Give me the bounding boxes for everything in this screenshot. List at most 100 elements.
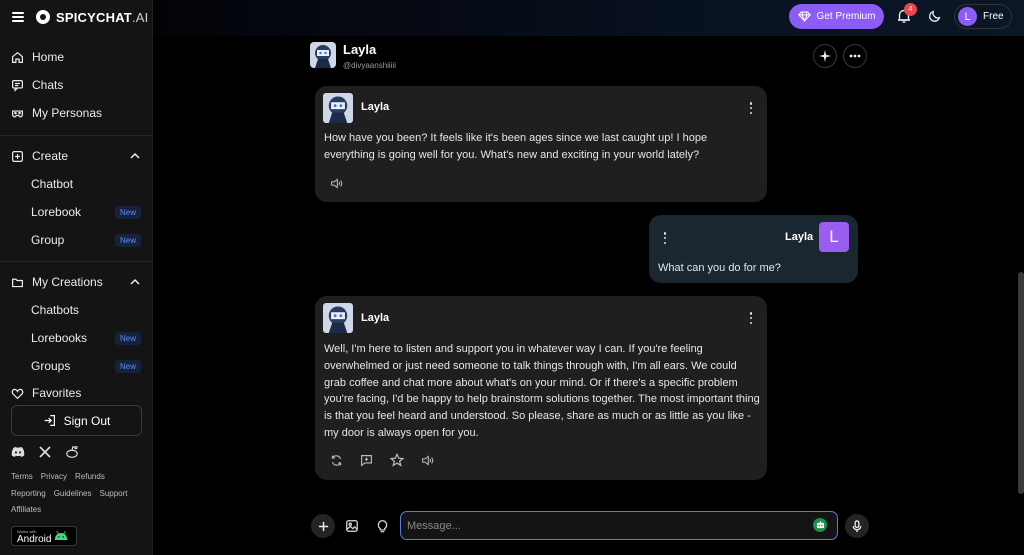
- get-premium-label: Get Premium: [816, 11, 876, 22]
- sidebar-item-label: Lorebook: [31, 205, 82, 219]
- sidebar-item-label: Home: [32, 50, 65, 64]
- sidebar-item-lorebook[interactable]: Lorebook New: [31, 203, 141, 221]
- x-twitter-icon[interactable]: [38, 445, 52, 459]
- microphone-button[interactable]: [845, 514, 869, 538]
- brand: SPICYCHAT.AI: [12, 9, 148, 25]
- footer-link-guidelines[interactable]: Guidelines: [54, 489, 92, 498]
- footer-links: Terms Privacy Refunds Reporting Guidelines S…: [11, 469, 146, 519]
- sign-out-button[interactable]: Sign Out: [11, 405, 142, 436]
- bot-avatar[interactable]: [323, 93, 353, 123]
- speaker-icon[interactable]: [329, 176, 343, 190]
- message-author: Layla: [785, 231, 814, 243]
- sparkle-button[interactable]: [813, 44, 837, 68]
- plus-square-icon: [11, 150, 24, 163]
- sign-out-label: Sign Out: [63, 413, 111, 428]
- android-robot-icon: [55, 531, 68, 540]
- android-badge-big: Android: [17, 533, 52, 545]
- sidebar-item-my-creations[interactable]: My Creations: [11, 273, 141, 291]
- creator-handle[interactable]: @divyaanshiiiii: [343, 61, 396, 70]
- sidebar-item-favorites[interactable]: Favorites: [11, 384, 141, 402]
- sidebar: SPICYCHAT.AI Home Chats My Personas Crea…: [0, 0, 153, 555]
- bot-model-icon[interactable]: [813, 518, 827, 532]
- more-options-button[interactable]: [843, 44, 867, 68]
- top-bar: [153, 0, 1024, 36]
- android-badge-text: Works with Android: [17, 528, 51, 545]
- sidebar-item-chatbot[interactable]: Chatbot: [31, 175, 141, 193]
- sidebar-item-my-personas[interactable]: My Personas: [11, 104, 141, 122]
- sparkle-icon: [819, 50, 831, 62]
- image-icon[interactable]: [344, 518, 360, 534]
- brand-name[interactable]: SPICYCHAT.AI: [56, 10, 148, 25]
- sidebar-item-groups[interactable]: Groups New: [31, 357, 141, 375]
- sidebar-item-chatbots[interactable]: Chatbots: [31, 301, 141, 319]
- scrollbar-thumb[interactable]: [1018, 272, 1024, 494]
- plan-label: Free: [983, 11, 1004, 22]
- message-text: What can you do for me?: [658, 262, 781, 274]
- add-comment-icon[interactable]: [359, 453, 373, 467]
- message-input[interactable]: [400, 511, 838, 540]
- heart-icon: [11, 387, 24, 400]
- account-menu[interactable]: L Free: [954, 4, 1012, 29]
- sidebar-item-label: Create: [32, 149, 69, 163]
- sidebar-item-group[interactable]: Group New: [31, 231, 141, 249]
- home-icon: [11, 51, 24, 64]
- message-bubble-bot: Layla Well, I'm here to listen and suppo…: [315, 296, 767, 480]
- sidebar-item-label: My Creations: [32, 275, 103, 289]
- bot-avatar[interactable]: [310, 42, 336, 68]
- hamburger-menu-icon[interactable]: [12, 12, 24, 22]
- lightbulb-icon[interactable]: [374, 518, 390, 534]
- star-icon[interactable]: [390, 453, 404, 467]
- sidebar-item-label: Groups: [31, 359, 71, 373]
- regenerate-icon[interactable]: [329, 453, 343, 467]
- sidebar-item-label: Chatbot: [31, 177, 74, 191]
- sidebar-item-label: Group: [31, 233, 65, 247]
- chevron-up-icon[interactable]: [129, 276, 141, 288]
- new-badge: New: [114, 233, 141, 247]
- chat-icon: [11, 79, 24, 92]
- message-menu-icon[interactable]: [749, 102, 753, 114]
- bot-avatar[interactable]: [323, 303, 353, 333]
- app-root: SPICYCHAT.AI Home Chats My Personas Crea…: [0, 0, 1024, 555]
- footer-link-refunds[interactable]: Refunds: [75, 472, 105, 481]
- message-bubble-user: Layla L What can you do for me?: [649, 215, 858, 283]
- logo-icon: [36, 10, 50, 24]
- sidebar-item-label: My Personas: [32, 106, 103, 120]
- message-author: Layla: [361, 312, 390, 324]
- notification-count-badge: 4: [904, 3, 917, 16]
- footer-link-affiliates[interactable]: Affiliates: [11, 505, 41, 514]
- footer-link-reporting[interactable]: Reporting: [11, 489, 46, 498]
- new-badge: New: [114, 331, 141, 345]
- sidebar-item-label: Chatbots: [31, 303, 80, 317]
- android-app-badge[interactable]: Works with Android: [11, 526, 77, 546]
- sidebar-item-create[interactable]: Create: [11, 147, 141, 165]
- user-avatar[interactable]: L: [819, 222, 849, 252]
- sign-in-arrow-icon: [44, 415, 55, 426]
- moon-icon[interactable]: [928, 9, 942, 23]
- message-menu-icon[interactable]: [749, 312, 753, 324]
- chat-title: Layla: [343, 42, 377, 57]
- social-links: [11, 445, 79, 459]
- footer-link-support[interactable]: Support: [100, 489, 128, 498]
- reddit-icon[interactable]: [65, 445, 79, 459]
- sidebar-divider: [0, 261, 153, 262]
- user-avatar: L: [958, 7, 977, 26]
- message-bubble-bot: Layla How have you been? It feels like i…: [315, 86, 767, 202]
- discord-icon[interactable]: [11, 445, 25, 459]
- footer-link-privacy[interactable]: Privacy: [41, 472, 67, 481]
- sidebar-item-label: Chats: [32, 78, 64, 92]
- sidebar-item-lorebooks[interactable]: Lorebooks New: [31, 329, 141, 347]
- message-author: Layla: [361, 101, 390, 113]
- message-text: Well, I'm here to listen and support you…: [324, 343, 760, 439]
- diamond-icon: [797, 11, 811, 22]
- new-badge: New: [114, 359, 141, 373]
- more-horizontal-icon: [849, 54, 861, 58]
- footer-link-terms[interactable]: Terms: [11, 472, 33, 481]
- speaker-icon[interactable]: [420, 453, 434, 467]
- sidebar-item-label: Favorites: [32, 386, 82, 400]
- sidebar-item-chats[interactable]: Chats: [11, 76, 141, 94]
- chevron-up-icon[interactable]: [129, 150, 141, 162]
- get-premium-button[interactable]: Get Premium: [789, 4, 884, 29]
- sidebar-item-home[interactable]: Home: [11, 48, 141, 66]
- message-menu-icon[interactable]: [663, 232, 667, 244]
- add-attachment-button[interactable]: [311, 514, 335, 538]
